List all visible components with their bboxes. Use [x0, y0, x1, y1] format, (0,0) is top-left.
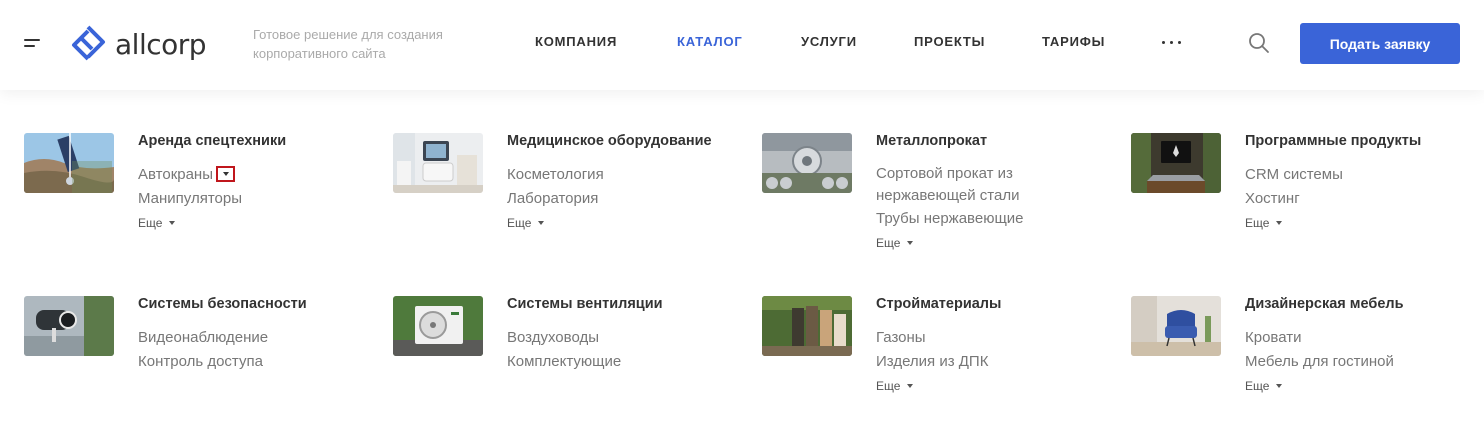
category-image[interactable] — [393, 296, 483, 356]
more-label: Еще — [1245, 216, 1270, 230]
subcategory-link[interactable]: Изделия из ДПК — [876, 350, 1076, 374]
subcategory-link[interactable]: Воздуховоды — [507, 326, 707, 350]
nav-catalog[interactable]: Каталог — [677, 34, 743, 54]
category-title[interactable]: Программные продукты — [1245, 133, 1421, 149]
nav-company[interactable]: Компания — [535, 34, 617, 54]
subcategory-link[interactable]: Мебель для гостиной — [1245, 350, 1445, 374]
category-title[interactable]: Медицинское оборудование — [507, 133, 712, 149]
site-header: allcorp Готовое решение для создания кор… — [0, 0, 1484, 90]
dropdown-toggle-icon[interactable] — [216, 166, 235, 183]
more-label: Еще — [138, 216, 163, 230]
subcategory-link[interactable]: Видеонаблюдение — [138, 326, 338, 350]
more-toggle[interactable]: Еще — [876, 236, 914, 250]
category-image[interactable] — [1131, 133, 1221, 193]
caret-down-icon — [222, 172, 229, 177]
category-title[interactable]: Аренда спецтехники — [138, 133, 286, 149]
caret-down-icon — [1276, 221, 1283, 225]
subcategory-link[interactable]: Газоны — [876, 326, 1076, 350]
more-toggle[interactable]: Еще — [138, 216, 176, 230]
caret-down-icon — [169, 221, 176, 225]
caret-down-icon — [1276, 384, 1283, 388]
more-toggle[interactable]: Еще — [1245, 379, 1283, 393]
more-toggle[interactable]: Еще — [1245, 216, 1283, 230]
more-nav-icon[interactable] — [1162, 41, 1182, 45]
subcategory-link[interactable]: Хостинг — [1245, 187, 1445, 211]
category-title[interactable]: Стройматериалы — [876, 296, 1001, 312]
logo[interactable]: allcorp — [70, 24, 207, 64]
caret-down-icon — [907, 384, 914, 388]
subcategory-link-text[interactable]: Автокраны — [138, 166, 213, 183]
site-tagline: Готовое решение для создания корпоративн… — [253, 27, 443, 61]
category-image[interactable] — [1131, 296, 1221, 356]
nav-projects[interactable]: Проекты — [914, 34, 985, 54]
category-title[interactable]: Системы безопасности — [138, 296, 307, 312]
caret-down-icon — [907, 241, 914, 245]
nav-services[interactable]: Услуги — [801, 34, 857, 54]
subcategory-link[interactable]: Комплектующие — [507, 350, 707, 374]
caret-down-icon — [538, 221, 545, 225]
category-title[interactable]: Дизайнерская мебель — [1245, 296, 1404, 312]
logo-text: allcorp — [115, 27, 207, 61]
category-image[interactable] — [24, 133, 114, 193]
more-label: Еще — [507, 216, 532, 230]
logo-mark-icon — [72, 25, 105, 61]
more-label: Еще — [876, 379, 901, 393]
subcategory-link[interactable]: Сортовой прокат из нержавеющей стали — [876, 163, 1066, 207]
menu-burger-icon[interactable] — [24, 38, 42, 50]
submit-request-button[interactable]: Подать заявку — [1300, 23, 1460, 64]
more-label: Еще — [876, 236, 901, 250]
search-icon[interactable] — [1248, 32, 1270, 54]
category-image[interactable] — [762, 296, 852, 356]
subcategory-link[interactable]: Манипуляторы — [138, 187, 338, 211]
subcategory-link[interactable]: Лаборатория — [507, 187, 707, 211]
category-image[interactable] — [24, 296, 114, 356]
more-label: Еще — [1245, 379, 1270, 393]
category-title[interactable]: Металлопрокат — [876, 133, 987, 149]
subcategory-link[interactable]: Автокраны — [138, 163, 338, 187]
subcategory-link[interactable]: Трубы нержавеющие — [876, 207, 1076, 231]
subcategory-link[interactable]: Косметология — [507, 163, 707, 187]
subcategory-link[interactable]: Кровати — [1245, 326, 1445, 350]
subcategory-link[interactable]: Контроль доступа — [138, 350, 338, 374]
category-title[interactable]: Системы вентиляции — [507, 296, 663, 312]
more-toggle[interactable]: Еще — [876, 379, 914, 393]
category-image[interactable] — [393, 133, 483, 193]
nav-tariffs[interactable]: Тарифы — [1042, 34, 1105, 54]
more-toggle[interactable]: Еще — [507, 216, 545, 230]
subcategory-link[interactable]: CRM системы — [1245, 163, 1445, 187]
category-image[interactable] — [762, 133, 852, 193]
